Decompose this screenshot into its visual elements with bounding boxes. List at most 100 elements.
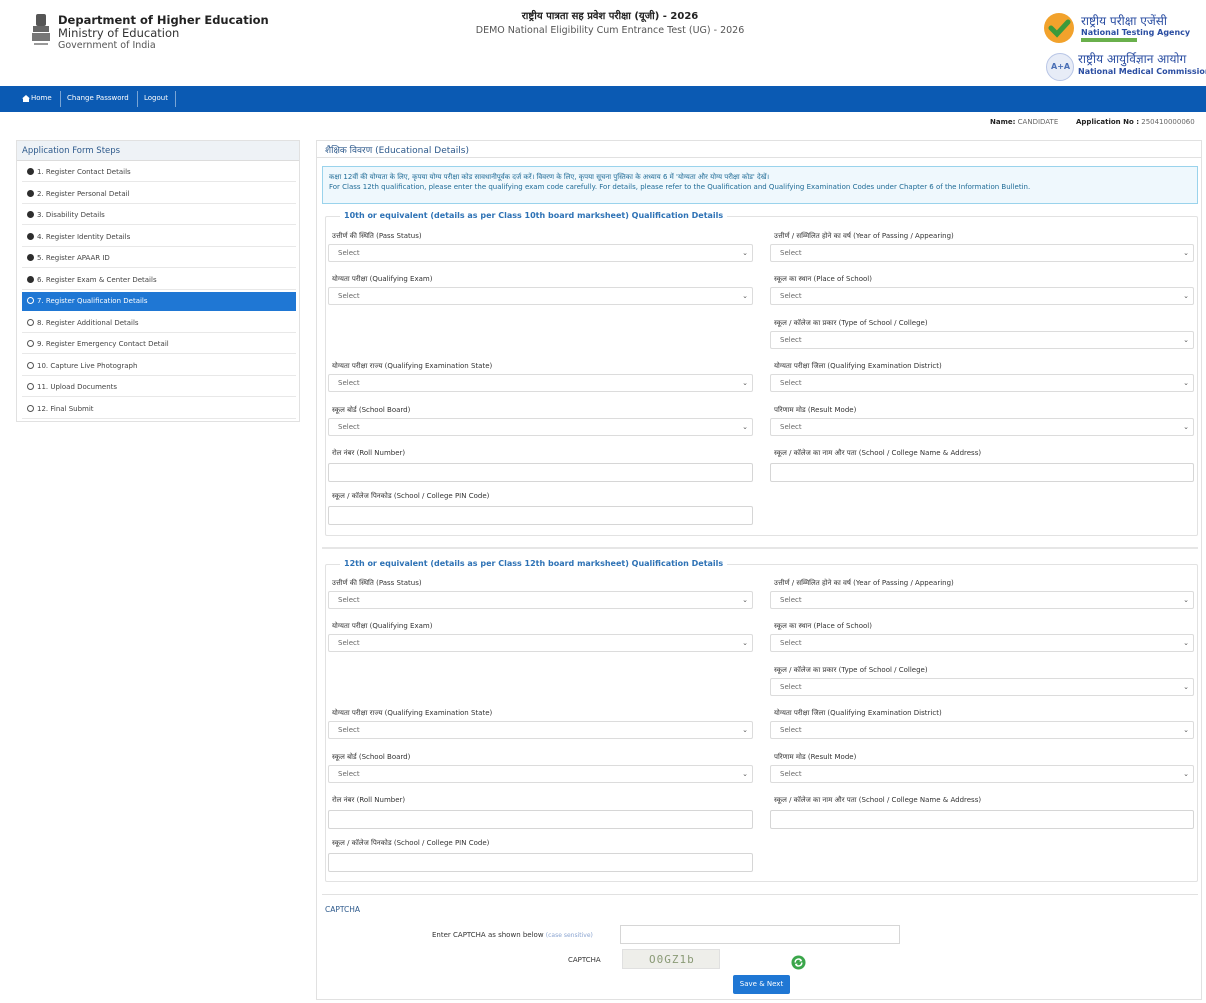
chevron-down-icon: ⌄ xyxy=(1183,379,1189,387)
candidate-name: Name: CANDIDATE xyxy=(990,118,1059,126)
10th-place-of-school-label: स्कूल का स्थान (Place of School) xyxy=(774,275,872,283)
chevron-down-icon: ⌄ xyxy=(742,292,748,300)
nav-home[interactable]: Home xyxy=(31,94,52,102)
sidebar-step[interactable]: 1. Register Contact Details xyxy=(22,163,296,182)
12th-place-of-school-label: स्कूल का स्थान (Place of School) xyxy=(774,622,872,630)
note-english: For Class 12th qualification, please ent… xyxy=(329,183,1031,191)
10th-qualifying-district-select[interactable]: Select ⌄ xyxy=(770,374,1194,392)
refresh-captcha-icon[interactable] xyxy=(791,955,806,970)
10th-school-name-address-input[interactable] xyxy=(770,463,1194,482)
10th-school-board-select[interactable]: Select ⌄ xyxy=(328,418,753,436)
10th-type-of-school-select[interactable]: Select ⌄ xyxy=(770,331,1194,349)
12th-qualifying-state-label: योग्यता परीक्षा राज्य (Qualifying Examin… xyxy=(332,709,493,717)
captcha-input[interactable] xyxy=(620,925,900,944)
sidebar-step[interactable]: 9. Register Emergency Contact Detail xyxy=(22,335,296,354)
info-note: कक्षा 12वीं की योग्यता के लिए, कृपया योग… xyxy=(322,166,1198,204)
nav-change-password[interactable]: Change Password xyxy=(67,94,129,102)
sidebar-step[interactable]: 2. Register Personal Detail xyxy=(22,185,296,204)
10th-roll-number-label: रोल नंबर (Roll Number) xyxy=(332,449,406,457)
nta-underline xyxy=(1081,38,1137,42)
10th-pass-status-select[interactable]: Select ⌄ xyxy=(328,244,753,262)
sidebar-title: Application Form Steps xyxy=(17,141,299,161)
captcha-label: CAPTCHA xyxy=(568,956,601,964)
select-value: Select xyxy=(338,423,360,431)
12th-pass-status-select[interactable]: Select ⌄ xyxy=(328,591,753,609)
12th-result-mode-select[interactable]: Select ⌄ xyxy=(770,765,1194,783)
chevron-down-icon: ⌄ xyxy=(1183,683,1189,691)
sidebar-step[interactable]: 6. Register Exam & Center Details xyxy=(22,271,296,290)
select-value: Select xyxy=(780,292,802,300)
select-value: Select xyxy=(338,726,360,734)
12th-qualifying-district-label: योग्यता परीक्षा जिला (Qualifying Examina… xyxy=(774,709,942,717)
section-divider xyxy=(322,547,1198,549)
chevron-down-icon: ⌄ xyxy=(742,770,748,778)
12th-school-name-address-input[interactable] xyxy=(770,810,1194,829)
12th-type-of-school-select[interactable]: Select ⌄ xyxy=(770,678,1194,696)
sidebar-step[interactable]: 5. Register APAAR ID xyxy=(22,249,296,268)
sidebar-step-label: 6. Register Exam & Center Details xyxy=(37,275,157,284)
page-title: शैक्षिक विवरण (Educational Details) xyxy=(325,146,469,156)
12th-qualifying-exam-label: योग्यता परीक्षा (Qualifying Exam) xyxy=(332,622,433,630)
10th-qualifying-district-label: योग्यता परीक्षा जिला (Qualifying Examina… xyxy=(774,362,942,370)
12th-qualifying-district-select[interactable]: Select ⌄ xyxy=(770,721,1194,739)
12th-school-board-select[interactable]: Select ⌄ xyxy=(328,765,753,783)
chevron-down-icon: ⌄ xyxy=(742,726,748,734)
10th-type-of-school-label: स्कूल / कॉलेज का प्रकार (Type of School … xyxy=(774,319,928,327)
check-circle-icon xyxy=(27,232,34,240)
check-circle-icon xyxy=(27,254,34,261)
12th-roll-number-input[interactable] xyxy=(328,810,753,829)
chevron-down-icon: ⌄ xyxy=(1183,423,1189,431)
nav-separator xyxy=(137,91,138,107)
sidebar-step[interactable]: 8. Register Additional Details xyxy=(22,314,296,333)
12th-school-pin-code-input[interactable] xyxy=(328,853,753,872)
sidebar-step-label: 11. Upload Documents xyxy=(37,383,118,391)
national-emblem-icon xyxy=(32,14,50,45)
nav-logout[interactable]: Logout xyxy=(144,94,168,102)
save-next-button[interactable]: Save & Next xyxy=(733,975,790,994)
sidebar-step-label: 1. Register Contact Details xyxy=(37,168,131,176)
nmc-english: National Medical Commission xyxy=(1078,67,1206,76)
chevron-down-icon: ⌄ xyxy=(1183,770,1189,778)
10th-result-mode-select[interactable]: Select ⌄ xyxy=(770,418,1194,436)
10th-qualifying-state-select[interactable]: Select ⌄ xyxy=(328,374,753,392)
10th-qualifying-exam-select[interactable]: Select ⌄ xyxy=(328,287,753,305)
sidebar-step[interactable]: 11. Upload Documents xyxy=(22,378,296,397)
12th-qualifying-exam-select[interactable]: Select ⌄ xyxy=(328,634,753,652)
chevron-down-icon: ⌄ xyxy=(742,639,748,647)
sidebar-step[interactable]: 3. Disability Details xyxy=(22,206,296,225)
sidebar-step-label: 9. Register Emergency Contact Detail xyxy=(37,340,169,348)
home-icon xyxy=(22,95,30,102)
sidebar-step[interactable]: 4. Register Identity Details xyxy=(22,228,296,247)
10th-place-of-school-select[interactable]: Select ⌄ xyxy=(770,287,1194,305)
captcha-image: O0GZ1b xyxy=(622,949,720,969)
chevron-down-icon: ⌄ xyxy=(1183,726,1189,734)
check-circle-icon xyxy=(27,275,34,283)
sidebar-step[interactable]: 12. Final Submit xyxy=(22,400,296,419)
10th-roll-number-input[interactable] xyxy=(328,463,753,482)
select-value: Select xyxy=(780,336,802,344)
select-value: Select xyxy=(780,596,802,604)
circle-icon xyxy=(27,383,34,390)
10th-school-pin-code-input[interactable] xyxy=(328,506,753,525)
chevron-down-icon: ⌄ xyxy=(1183,336,1189,344)
chevron-down-icon: ⌄ xyxy=(742,596,748,604)
12th-result-mode-label: परिणाम मोड (Result Mode) xyxy=(774,753,857,761)
section-12th-legend: 12th or equivalent (details as per Class… xyxy=(340,559,728,568)
10th-qualifying-state-label: योग्यता परीक्षा राज्य (Qualifying Examin… xyxy=(332,362,493,370)
nta-tick-icon xyxy=(1044,13,1074,43)
sidebar-step[interactable]: 10. Capture Live Photograph xyxy=(22,357,296,376)
exam-title-english: DEMO National Eligibility Cum Entrance T… xyxy=(475,25,745,36)
select-value: Select xyxy=(780,683,802,691)
nav-separator xyxy=(60,91,61,107)
nmc-emblem-icon: A+A xyxy=(1046,53,1074,81)
sidebar-step-label: 4. Register Identity Details xyxy=(37,232,131,241)
12th-place-of-school-select[interactable]: Select ⌄ xyxy=(770,634,1194,652)
title-divider xyxy=(316,157,1202,158)
sidebar-step-label: 2. Register Personal Detail xyxy=(37,189,130,198)
12th-qualifying-state-select[interactable]: Select ⌄ xyxy=(328,721,753,739)
sidebar-step[interactable]: 7. Register Qualification Details xyxy=(22,292,296,311)
10th-year-passing-select[interactable]: Select ⌄ xyxy=(770,244,1194,262)
10th-qualifying-exam-label: योग्यता परीक्षा (Qualifying Exam) xyxy=(332,275,433,283)
nav-separator xyxy=(175,91,176,107)
12th-year-passing-select[interactable]: Select ⌄ xyxy=(770,591,1194,609)
